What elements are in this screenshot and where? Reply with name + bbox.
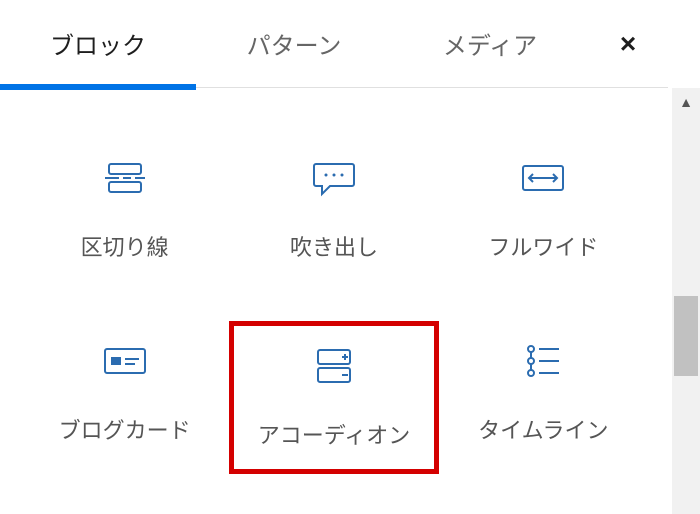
block-item-fullwide[interactable]: フルワイド — [439, 138, 648, 281]
fullwide-icon — [519, 154, 567, 202]
block-item-balloon[interactable]: 吹き出し — [229, 138, 438, 281]
block-label: ブログカード — [59, 413, 191, 448]
close-button[interactable]: × — [588, 28, 668, 60]
timeline-icon — [519, 337, 567, 385]
block-label: タイムライン — [478, 413, 608, 448]
tab-label: メディア — [443, 33, 537, 60]
speech-icon — [310, 154, 358, 202]
tab-label: パターン — [247, 33, 342, 60]
scroll-thumb[interactable] — [674, 296, 698, 376]
scrollbar[interactable]: ▲ — [672, 88, 700, 514]
tab-media[interactable]: メディア — [392, 0, 588, 89]
block-item-divider[interactable]: 区切り線 — [20, 138, 229, 281]
block-label: 吹き出し — [290, 230, 378, 265]
close-icon: × — [620, 28, 636, 59]
block-item-timeline[interactable]: タイムライン — [439, 321, 648, 474]
block-label: アコーディオン — [258, 418, 410, 453]
block-label: フルワイド — [488, 230, 598, 265]
block-item-blogcard[interactable]: ブログカード — [20, 321, 229, 474]
tabs-bar: ブロック パターン メディア × — [0, 0, 668, 88]
accordion-icon — [310, 342, 358, 390]
block-inserter-panel: ブロック パターン メディア × 区切り線 — [0, 0, 668, 514]
tab-patterns[interactable]: パターン — [196, 0, 392, 89]
tab-blocks[interactable]: ブロック — [0, 0, 196, 89]
scroll-up-arrow[interactable]: ▲ — [672, 88, 700, 116]
tab-label: ブロック — [50, 33, 146, 60]
block-item-accordion[interactable]: アコーディオン — [229, 321, 438, 474]
block-grid: 区切り線 吹き出し フルワイ — [0, 88, 668, 494]
divider-icon — [101, 154, 149, 202]
blogcard-icon — [101, 337, 149, 385]
block-label: 区切り線 — [81, 230, 169, 265]
